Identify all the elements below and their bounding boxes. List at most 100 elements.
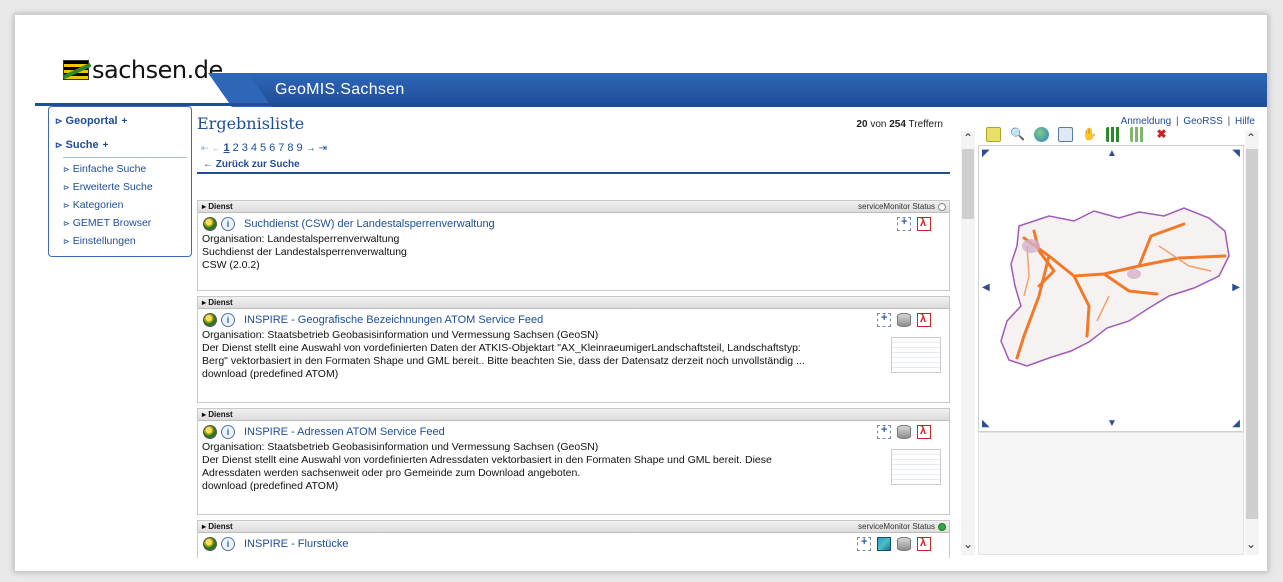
- pdf-icon[interactable]: [917, 217, 931, 231]
- globe-icon[interactable]: [203, 425, 217, 439]
- back-to-search-link[interactable]: ← Zurück zur Suche: [203, 159, 300, 170]
- scrollbar-thumb[interactable]: [962, 149, 974, 219]
- chevron-right-icon: ⊳: [63, 200, 70, 210]
- page-2[interactable]: 2: [233, 142, 239, 154]
- results-scrollbar[interactable]: ⌃ ⌄: [961, 131, 975, 555]
- nav-erweiterte-suche[interactable]: ⊳ Erweiterte Suche: [63, 181, 187, 193]
- preview-thumbnail[interactable]: [891, 337, 941, 373]
- nav-label: Kategorien: [72, 199, 124, 211]
- page-3[interactable]: 3: [242, 142, 248, 154]
- nav-kategorien[interactable]: ⊳ Kategorien: [63, 199, 187, 211]
- card-type: ▸ Dienst: [202, 202, 233, 211]
- card-type-label: Dienst: [208, 202, 233, 211]
- window-icon[interactable]: [1058, 126, 1073, 142]
- result-description: Der Dienst stellt eine Auswahl von vorde…: [202, 454, 772, 466]
- page-4[interactable]: 4: [251, 142, 257, 154]
- nav-geoportal[interactable]: ⊳ Geoportal +: [55, 115, 187, 127]
- last-page-button[interactable]: ⇥: [319, 143, 327, 154]
- grid-deselect-icon[interactable]: [1130, 126, 1145, 142]
- page-5[interactable]: 5: [260, 142, 266, 154]
- globe-icon[interactable]: [203, 313, 217, 327]
- scrollbar-thumb[interactable]: [1246, 149, 1258, 519]
- info-icon[interactable]: i: [221, 425, 235, 439]
- nav-suche-submenu: ⊳ Einfache Suche ⊳ Erweiterte Suche ⊳ Kateg…: [63, 157, 187, 247]
- card-type: ▸ Dienst: [202, 522, 233, 531]
- page-7[interactable]: 7: [278, 142, 284, 154]
- next-page-button[interactable]: →: [306, 143, 316, 154]
- pan-hand-icon[interactable]: ✋: [1082, 127, 1097, 142]
- count-shown: 20: [856, 119, 868, 130]
- globe-icon[interactable]: [203, 537, 217, 551]
- city-area: [1022, 239, 1040, 253]
- nav-suche[interactable]: ⊳ Suche +: [55, 139, 187, 151]
- result-title-link[interactable]: INSPIRE - Geografische Bezeichnungen ATO…: [244, 314, 543, 326]
- count-of: von: [870, 119, 887, 130]
- chevron-up-icon[interactable]: ⌃: [963, 131, 973, 145]
- chevron-right-icon: ⊳: [63, 164, 70, 174]
- result-title-link[interactable]: INSPIRE - Flurstücke: [244, 538, 349, 550]
- count-total: 254: [889, 119, 906, 130]
- zoom-out-icon[interactable]: 🔍: [1010, 127, 1025, 142]
- prev-page-button[interactable]: ←: [212, 143, 221, 153]
- result-organisation: Organisation: Landestalsperrenverwaltung: [202, 233, 400, 245]
- city-area: [1127, 269, 1141, 279]
- expand-icon: +: [102, 139, 109, 151]
- select-tool-icon[interactable]: [986, 126, 1001, 142]
- zoom-icon[interactable]: [877, 312, 891, 327]
- card-header: ▸ Dienst: [198, 297, 949, 309]
- saxony-flag-icon: [63, 60, 89, 80]
- zoom-icon[interactable]: [877, 424, 891, 439]
- page-1[interactable]: 1: [224, 142, 230, 154]
- page-9[interactable]: 9: [297, 142, 303, 154]
- result-description: Berg" vektorbasiert in den Formaten Shap…: [202, 355, 805, 367]
- nav-einstellungen[interactable]: ⊳ Einstellungen: [63, 235, 187, 247]
- result-title-link[interactable]: INSPIRE - Adressen ATOM Service Feed: [244, 426, 445, 438]
- card-type: ▸ Dienst: [202, 298, 233, 307]
- globe-icon[interactable]: [203, 217, 217, 231]
- chevron-down-icon[interactable]: ⌄: [1246, 537, 1256, 551]
- zoom-icon[interactable]: [857, 536, 871, 551]
- pdf-icon[interactable]: [917, 425, 931, 439]
- page-8[interactable]: 8: [287, 142, 293, 154]
- chevron-right-icon: ⊳: [55, 139, 63, 150]
- pdf-icon[interactable]: [917, 313, 931, 327]
- zoom-icon[interactable]: [897, 216, 911, 231]
- card-header: ▸ Dienst serviceMonitor Status: [198, 201, 949, 213]
- info-icon[interactable]: i: [221, 537, 235, 551]
- result-description: Suchdienst der Landestalsperrenverwaltun…: [202, 246, 407, 258]
- grid-select-icon[interactable]: [1106, 126, 1121, 142]
- map-icon[interactable]: [877, 537, 891, 551]
- map-footer-area: [978, 432, 1244, 555]
- delete-icon[interactable]: ✖: [1154, 127, 1169, 142]
- nav-label: Erweiterte Suche: [72, 181, 153, 193]
- first-page-button[interactable]: ⇤: [201, 143, 209, 154]
- card-header: ▸ Dienst serviceMonitor Status: [198, 521, 949, 533]
- side-navigation: ⊳ Geoportal + ⊳ Suche + ⊳ Einfache Suche …: [48, 106, 192, 257]
- info-icon[interactable]: i: [221, 217, 235, 231]
- map-viewport[interactable]: ◤ ▲ ◥ ◀ ▶ ◣ ▼ ◢: [978, 145, 1244, 432]
- service-monitor-status: serviceMonitor Status: [858, 202, 935, 211]
- info-icon[interactable]: i: [221, 313, 235, 327]
- page-scrollbar[interactable]: ⌃ ⌄: [1245, 131, 1259, 555]
- chevron-up-icon[interactable]: ⌃: [1246, 131, 1256, 145]
- sachsen-logo[interactable]: sachsen.de: [63, 55, 223, 85]
- nav-einfache-suche[interactable]: ⊳ Einfache Suche: [63, 163, 187, 175]
- result-list: Ergebnisliste 20 von 254 Treffern ⇤ ← 1 …: [197, 106, 953, 558]
- page-6[interactable]: 6: [269, 142, 275, 154]
- chevron-right-icon: ⊳: [63, 218, 70, 228]
- service-monitor-status: serviceMonitor Status: [858, 522, 935, 531]
- result-title-link[interactable]: Suchdienst (CSW) der Landestalsperrenver…: [244, 218, 495, 230]
- pdf-icon[interactable]: [917, 537, 931, 551]
- status-indicator-icon: [938, 203, 946, 211]
- database-icon[interactable]: [897, 313, 911, 327]
- database-icon[interactable]: [897, 425, 911, 439]
- database-icon[interactable]: [897, 537, 911, 551]
- result-organisation: Organisation: Staatsbetrieb Geobasisinfo…: [202, 329, 599, 341]
- preview-thumbnail[interactable]: [891, 449, 941, 485]
- nav-gemet-browser[interactable]: ⊳ GEMET Browser: [63, 217, 187, 229]
- globe-icon[interactable]: [1034, 126, 1049, 142]
- chevron-down-icon[interactable]: ⌄: [963, 537, 973, 551]
- chevron-right-icon: ⊳: [63, 236, 70, 246]
- saxony-map: [1000, 207, 1230, 367]
- map-toolbar: 🔍 ✋ ✖: [978, 123, 1243, 145]
